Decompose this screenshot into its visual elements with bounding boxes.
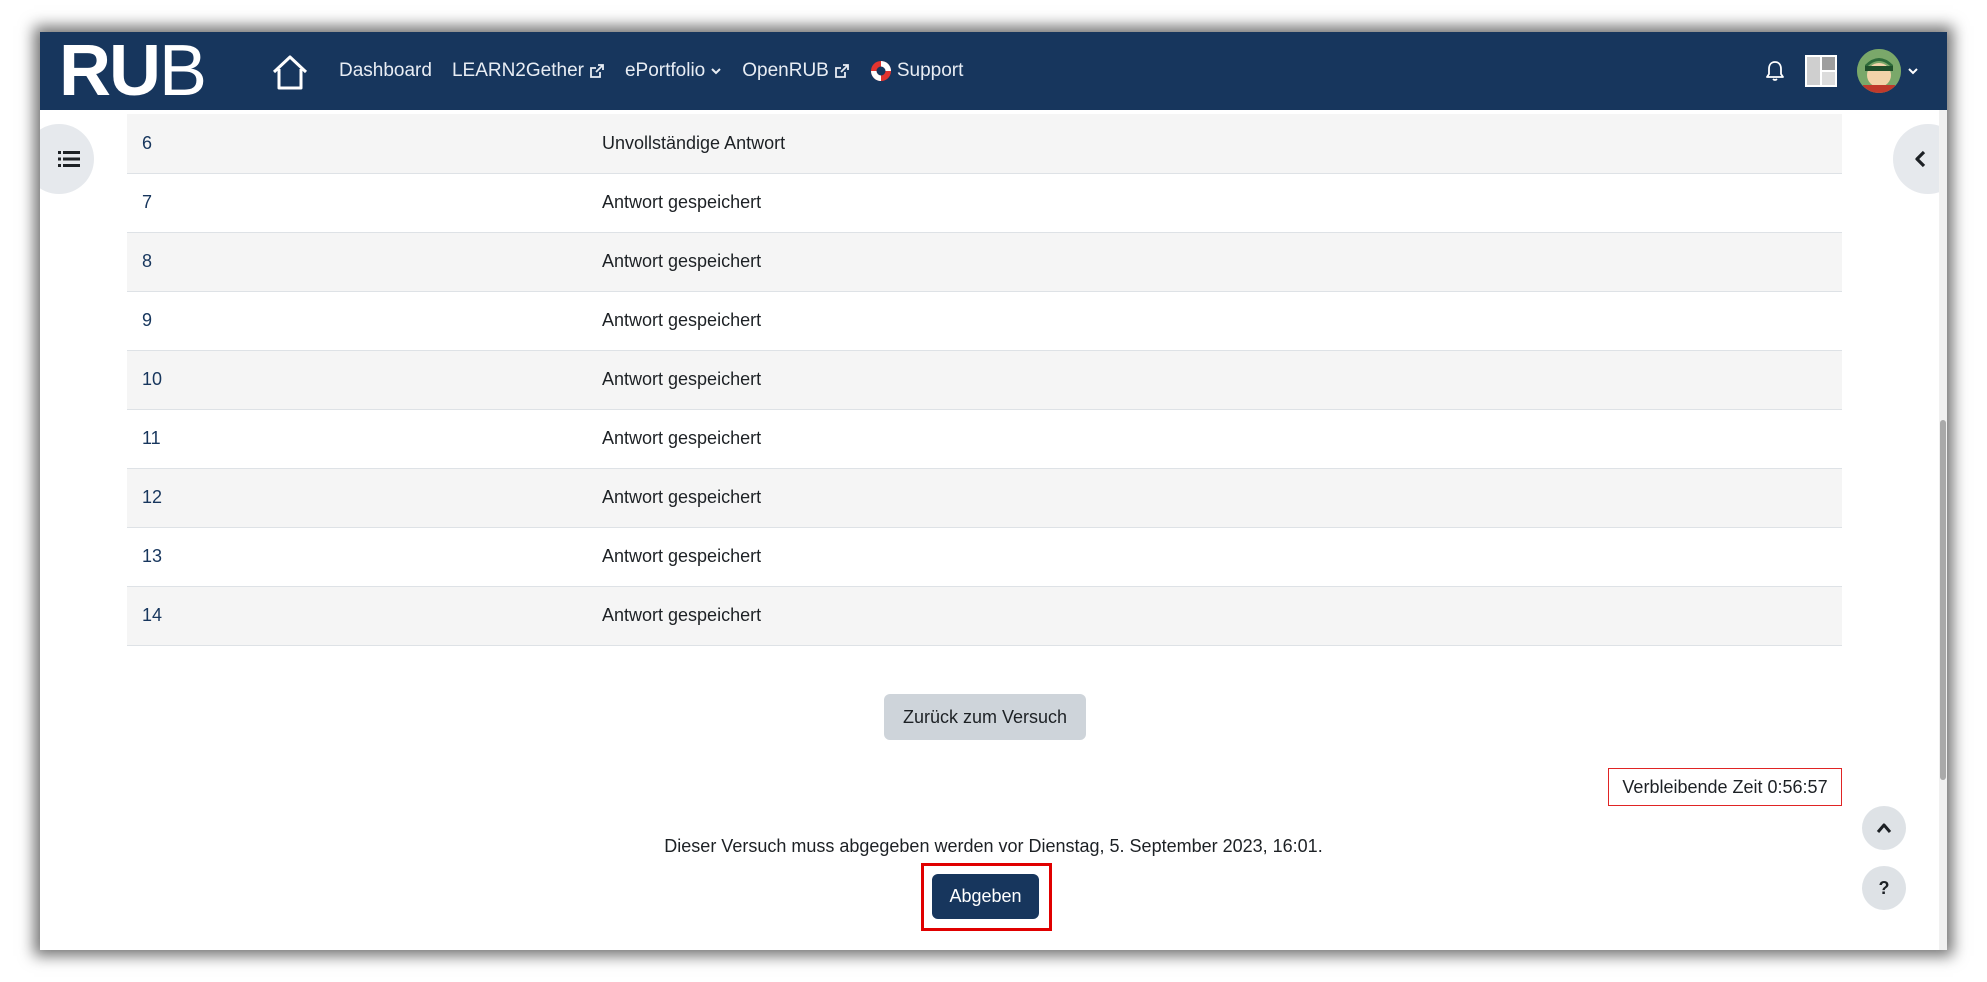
table-row: 7 Antwort gespeichert [127,173,1842,233]
nav-dashboard[interactable]: Dashboard [339,60,432,82]
submission-deadline-text: Dieser Versuch muss abgegeben werden vor… [664,836,1323,856]
table-row: 9 Antwort gespeichert [127,291,1842,351]
bell-icon[interactable] [1765,60,1785,82]
rub-logo[interactable]: RU B [59,32,211,111]
user-nav [1765,32,1919,110]
browser-viewport: RU B Dashboard LEARN2Gether ePortfolio O… [40,32,1947,950]
nav-openrub[interactable]: OpenRUB [742,60,850,82]
home-icon[interactable] [268,50,312,94]
table-row: 12 Antwort gespeichert [127,468,1842,528]
question-number-link[interactable]: 14 [127,586,587,646]
scrollbar-thumb[interactable] [1940,420,1946,780]
user-menu[interactable] [1857,49,1919,93]
logo-text-bold: RU [59,32,161,111]
table-row: 10 Antwort gespeichert [127,350,1842,410]
nav-dashboard-label: Dashboard [339,60,432,81]
question-number-link[interactable]: 6 [127,114,587,174]
question-number-link[interactable]: 7 [127,173,587,233]
question-status: Antwort gespeichert [587,232,1842,292]
list-icon [58,151,80,167]
help-label: ? [1878,877,1890,898]
table-row: 6 Unvollständige Antwort [127,114,1842,174]
question-status: Antwort gespeichert [587,409,1842,469]
question-status: Antwort gespeichert [587,468,1842,528]
grid-toggle-icon[interactable] [1805,55,1837,87]
question-number-link[interactable]: 8 [127,232,587,292]
nav-support[interactable]: Support [870,60,964,82]
course-index-toggle[interactable] [40,124,94,194]
avatar [1857,49,1901,93]
lifebuoy-icon [870,61,891,81]
question-number-link[interactable]: 10 [127,350,587,410]
question-status: Antwort gespeichert [587,586,1842,646]
remaining-time-timer: Verbleibende Zeit 0:56:57 [1608,768,1842,806]
nav-openrub-label: OpenRUB [742,60,829,81]
attempt-summary-table: 6 Unvollständige Antwort 7 Antwort gespe… [127,114,1842,646]
external-link-icon [834,64,849,78]
chevron-left-icon [1915,150,1926,168]
nav-eportfolio[interactable]: ePortfolio [625,60,722,82]
nav-eportfolio-label: ePortfolio [624,60,706,81]
primary-nav: Dashboard LEARN2Gether ePortfolio OpenRU… [339,32,963,110]
table-row: 8 Antwort gespeichert [127,232,1842,292]
submit-all-button[interactable]: Abgeben [932,874,1039,919]
chevron-down-icon [1908,68,1918,75]
chevron-up-icon [1876,823,1892,833]
question-status: Antwort gespeichert [587,291,1842,351]
question-number-link[interactable]: 11 [127,409,587,469]
question-status: Antwort gespeichert [587,173,1842,233]
question-number-link[interactable]: 9 [127,291,587,351]
chevron-down-icon [711,68,721,75]
help-button[interactable]: ? [1862,866,1906,910]
nav-learn2gether[interactable]: LEARN2Gether [452,60,605,82]
external-link-icon [590,64,604,78]
table-row: 14 Antwort gespeichert [127,586,1842,646]
question-status: Unvollständige Antwort [587,114,1842,174]
question-status: Antwort gespeichert [587,527,1842,587]
logo-text-thin: B [159,32,207,111]
question-number-link[interactable]: 13 [127,527,587,587]
table-row: 11 Antwort gespeichert [127,409,1842,469]
table-row: 13 Antwort gespeichert [127,527,1842,587]
question-status: Antwort gespeichert [587,350,1842,410]
back-to-attempt-button[interactable]: Zurück zum Versuch [884,694,1086,740]
nav-support-label: Support [896,60,964,81]
question-number-link[interactable]: 12 [127,468,587,528]
nav-learn2gether-label: LEARN2Gether [451,60,584,81]
scroll-to-top-button[interactable] [1862,806,1906,850]
top-navbar: RU B Dashboard LEARN2Gether ePortfolio O… [40,32,1947,110]
